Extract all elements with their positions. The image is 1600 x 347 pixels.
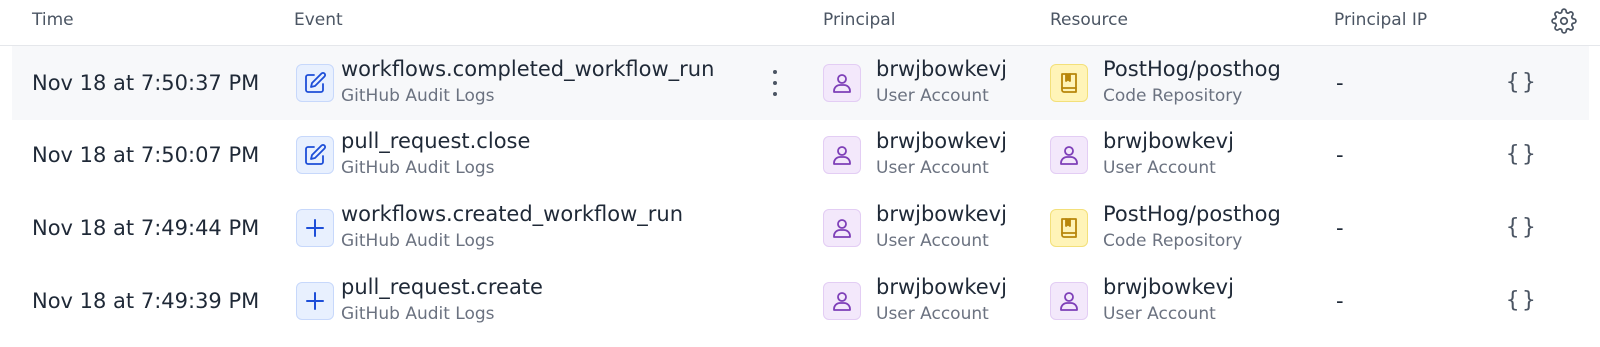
principal-name[interactable]: brwjbowkevj: [876, 275, 1007, 299]
resource-type: User Account: [1103, 158, 1216, 178]
principal-name[interactable]: brwjbowkevj: [876, 202, 1007, 226]
edit-icon: [296, 136, 334, 174]
principal-type: User Account: [876, 304, 989, 324]
table-row[interactable]: Nov 18 at 7:50:07 PM pull_request.close …: [12, 118, 1589, 192]
event-name[interactable]: pull_request.close: [341, 129, 530, 153]
json-view-button[interactable]: {}: [1506, 264, 1539, 338]
table-row[interactable]: Nov 18 at 7:49:44 PM workflows.created_w…: [12, 191, 1589, 265]
user-icon: [1050, 282, 1088, 320]
column-header-resource[interactable]: Resource: [1050, 10, 1128, 30]
event-source: GitHub Audit Logs: [341, 304, 495, 324]
event-source: GitHub Audit Logs: [341, 86, 495, 106]
gear-icon[interactable]: [1551, 8, 1577, 34]
resource-type: Code Repository: [1103, 86, 1243, 106]
more-options-icon[interactable]: [764, 68, 786, 98]
event-source: GitHub Audit Logs: [341, 231, 495, 251]
event-time: Nov 18 at 7:49:39 PM: [32, 289, 260, 313]
resource-name[interactable]: brwjbowkevj: [1103, 275, 1234, 299]
plus-icon: [296, 209, 334, 247]
event-source: GitHub Audit Logs: [341, 158, 495, 178]
repo-icon: [1050, 209, 1088, 247]
principal-name[interactable]: brwjbowkevj: [876, 57, 1007, 81]
table-row[interactable]: Nov 18 at 7:49:39 PM pull_request.create…: [12, 264, 1589, 338]
resource-name[interactable]: PostHog/posthog: [1103, 57, 1281, 81]
resource-type: User Account: [1103, 304, 1216, 324]
event-name[interactable]: workflows.completed_workflow_run: [341, 57, 714, 81]
user-icon: [823, 136, 861, 174]
event-time: Nov 18 at 7:49:44 PM: [32, 216, 260, 240]
repo-icon: [1050, 64, 1088, 102]
principal-ip: -: [1336, 289, 1344, 313]
column-header-time[interactable]: Time: [32, 10, 74, 30]
user-icon: [823, 282, 861, 320]
json-view-button[interactable]: {}: [1506, 118, 1539, 192]
principal-name[interactable]: brwjbowkevj: [876, 129, 1007, 153]
user-icon: [1050, 136, 1088, 174]
table-row[interactable]: Nov 18 at 7:50:37 PM workflows.completed…: [12, 46, 1589, 120]
principal-type: User Account: [876, 158, 989, 178]
column-header-principal[interactable]: Principal: [823, 10, 895, 30]
event-name[interactable]: pull_request.create: [341, 275, 543, 299]
event-name[interactable]: workflows.created_workflow_run: [341, 202, 683, 226]
resource-name[interactable]: brwjbowkevj: [1103, 129, 1234, 153]
plus-icon: [296, 282, 334, 320]
principal-ip: -: [1336, 143, 1344, 167]
event-time: Nov 18 at 7:50:37 PM: [32, 71, 260, 95]
table-header: Time Event Principal Resource Principal …: [0, 0, 1600, 46]
json-view-button[interactable]: {}: [1506, 46, 1539, 120]
event-time: Nov 18 at 7:50:07 PM: [32, 143, 260, 167]
principal-ip: -: [1336, 216, 1344, 240]
principal-ip: -: [1336, 71, 1344, 95]
principal-type: User Account: [876, 86, 989, 106]
json-view-button[interactable]: {}: [1506, 191, 1539, 265]
edit-icon: [296, 64, 334, 102]
resource-name[interactable]: PostHog/posthog: [1103, 202, 1281, 226]
column-header-principal-ip[interactable]: Principal IP: [1334, 10, 1427, 30]
resource-type: Code Repository: [1103, 231, 1243, 251]
user-icon: [823, 209, 861, 247]
user-icon: [823, 64, 861, 102]
principal-type: User Account: [876, 231, 989, 251]
column-header-event[interactable]: Event: [294, 10, 343, 30]
